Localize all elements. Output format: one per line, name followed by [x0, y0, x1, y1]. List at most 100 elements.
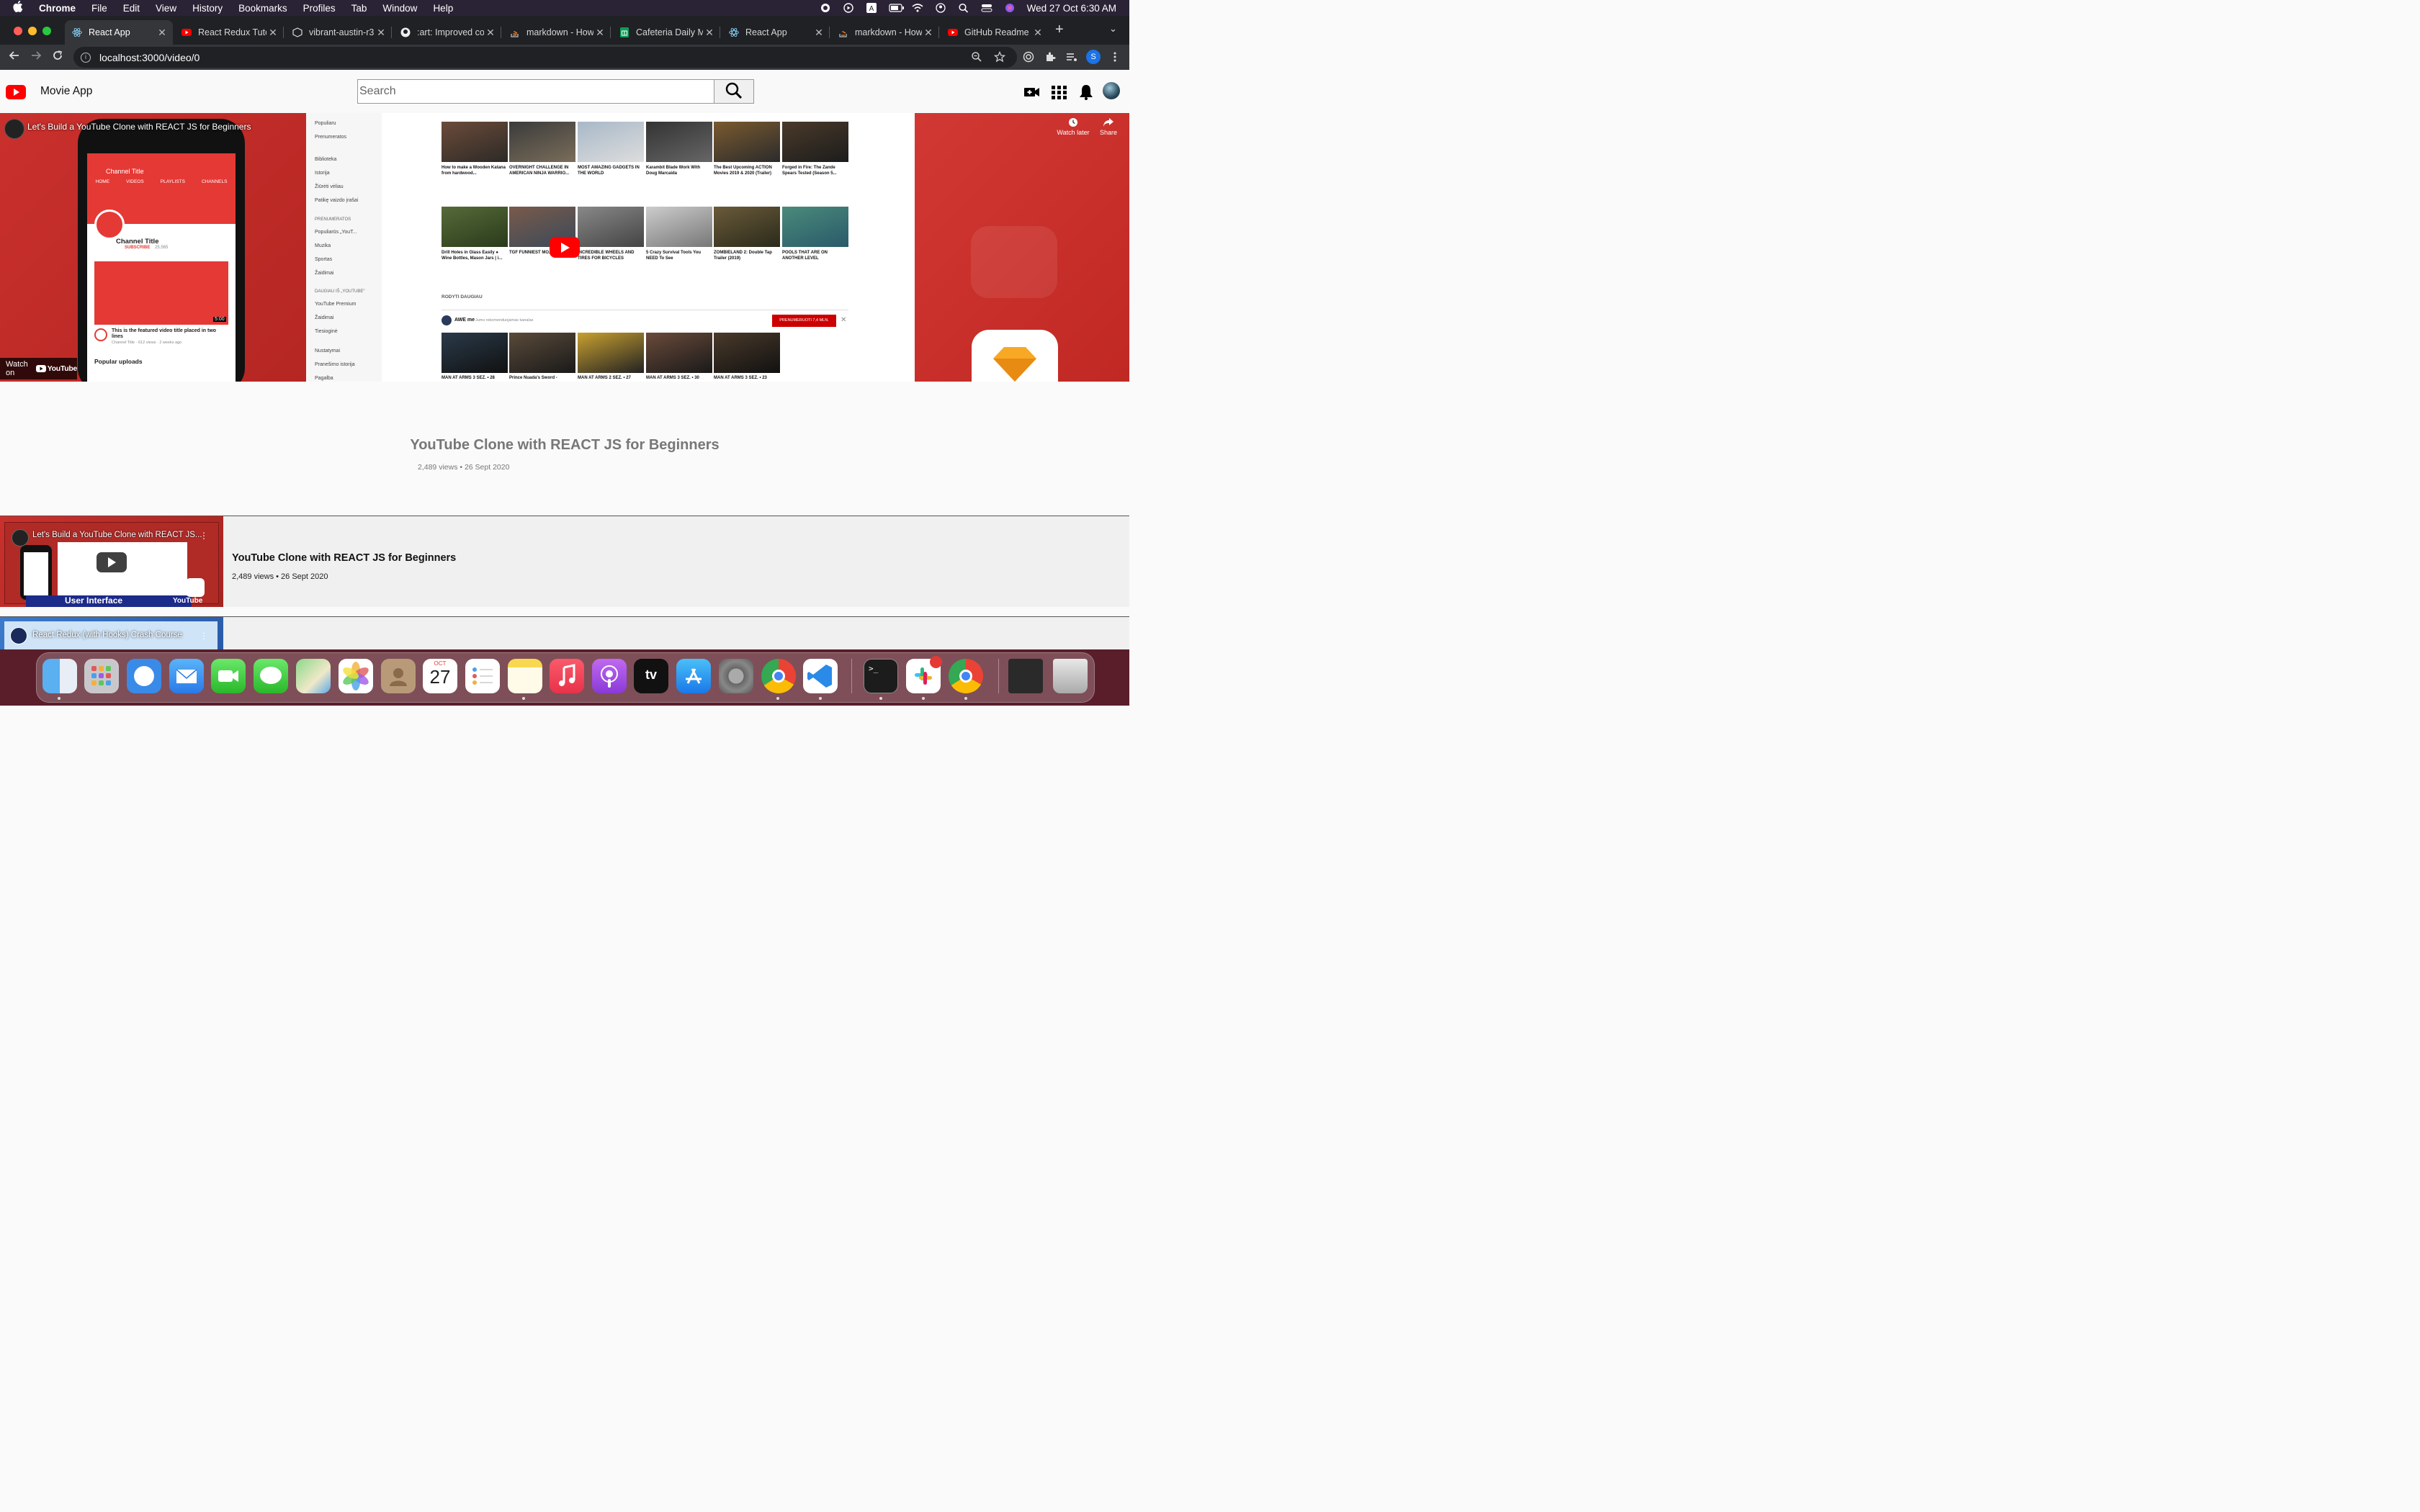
address-bar[interactable]: i localhost:3000/video/0: [73, 47, 1017, 68]
downloads-stack-icon[interactable]: [1008, 659, 1043, 693]
finder-icon[interactable]: [42, 659, 77, 693]
tab-close-icon[interactable]: ✕: [812, 27, 825, 39]
back-arrow-icon[interactable]: [9, 50, 20, 65]
reload-icon[interactable]: [52, 50, 63, 65]
wifi-icon[interactable]: [912, 3, 923, 13]
video-camera-add-icon[interactable]: [1024, 84, 1040, 100]
search-input[interactable]: [357, 79, 714, 104]
window-zoom-button[interactable]: [42, 27, 51, 35]
menu-view[interactable]: View: [156, 3, 176, 14]
mail-icon[interactable]: [169, 659, 204, 693]
app-store-icon[interactable]: [676, 659, 711, 693]
browser-tab-stackoverflow[interactable]: markdown - How ✕: [503, 20, 611, 45]
tab-close-icon[interactable]: ✕: [266, 27, 279, 39]
browser-tab-codesandbox[interactable]: vibrant-austin-r3 ✕: [285, 20, 392, 45]
browser-tab-github[interactable]: :art: Improved co ✕: [393, 20, 501, 45]
calendar-icon[interactable]: OCT 27: [423, 659, 457, 693]
messages-icon[interactable]: [254, 659, 288, 693]
new-tab-button[interactable]: +: [1055, 22, 1064, 38]
maps-icon[interactable]: [296, 659, 331, 693]
music-icon[interactable]: [550, 659, 584, 693]
share-button[interactable]: Share: [1087, 117, 1130, 136]
browser-tab-react-app[interactable]: React App ✕: [65, 20, 173, 45]
photos-icon[interactable]: [339, 659, 373, 693]
notes-icon[interactable]: [508, 659, 542, 693]
tab-close-icon[interactable]: ✕: [484, 27, 497, 39]
menu-file[interactable]: File: [91, 3, 107, 14]
apple-icon[interactable]: [13, 1, 24, 15]
menu-help[interactable]: Help: [433, 3, 453, 14]
video-list-thumbnail[interactable]: React Redux (with Hooks) Crash Course ⋮: [0, 617, 223, 653]
site-info-icon[interactable]: i: [81, 52, 91, 63]
menu-window[interactable]: Window: [382, 3, 417, 14]
user-account-icon[interactable]: [935, 3, 946, 13]
tab-close-icon[interactable]: ✕: [156, 27, 169, 39]
play-circle-icon[interactable]: [843, 3, 854, 13]
browser-tab-react-app-2[interactable]: React App ✕: [722, 20, 830, 45]
forward-arrow-icon[interactable]: [30, 50, 42, 65]
media-queue-icon[interactable]: [1066, 51, 1077, 63]
tab-close-icon[interactable]: ✕: [375, 27, 387, 39]
spotlight-search-icon[interactable]: [958, 3, 969, 13]
control-center-icon[interactable]: [981, 3, 992, 13]
tab-close-icon[interactable]: ✕: [1031, 27, 1044, 39]
bookmark-star-icon[interactable]: [993, 50, 1006, 65]
tab-close-icon[interactable]: ✕: [703, 27, 716, 39]
terminal-icon[interactable]: >_: [864, 659, 898, 693]
thumbnail: [646, 333, 712, 373]
video-list-item[interactable]: User Interface Let's Build a YouTube Clo…: [0, 516, 1129, 607]
launchpad-icon[interactable]: [84, 659, 119, 693]
apps-grid-icon[interactable]: [1052, 84, 1067, 100]
visual-studio-code-icon[interactable]: [803, 659, 838, 693]
menu-tab[interactable]: Tab: [351, 3, 367, 14]
facetime-icon[interactable]: [211, 659, 246, 693]
trash-icon[interactable]: [1053, 659, 1088, 693]
search-button[interactable]: [714, 79, 754, 104]
google-chrome-icon[interactable]: [761, 659, 796, 693]
battery-icon[interactable]: [889, 3, 904, 13]
tab-close-icon[interactable]: ✕: [593, 27, 606, 39]
menu-app-name[interactable]: Chrome: [39, 3, 76, 14]
youtube-logo-icon[interactable]: [6, 85, 26, 99]
extension-target-icon[interactable]: [1023, 51, 1034, 63]
text-input-icon[interactable]: A: [866, 3, 877, 13]
tab-search-chevron-icon[interactable]: ⌄: [1109, 23, 1117, 35]
safari-icon[interactable]: [127, 659, 161, 693]
play-button[interactable]: [550, 237, 580, 258]
window-close-button[interactable]: [14, 27, 22, 35]
browser-tab-stackoverflow-2[interactable]: markdown - How ✕: [831, 20, 939, 45]
menu-bar-clock[interactable]: Wed 27 Oct 6:30 AM: [1027, 3, 1116, 14]
google-chrome-icon[interactable]: [949, 659, 983, 693]
more-menu-icon[interactable]: [1109, 51, 1121, 63]
apple-tv-icon[interactable]: tv: [634, 659, 668, 693]
player-channel-avatar[interactable]: [4, 119, 24, 139]
system-preferences-icon[interactable]: [719, 659, 753, 693]
menu-profiles[interactable]: Profiles: [303, 3, 336, 14]
reminders-icon[interactable]: [465, 659, 500, 693]
video-list-thumbnail[interactable]: User Interface Let's Build a YouTube Clo…: [0, 516, 223, 607]
notification-bell-icon[interactable]: [1078, 84, 1094, 100]
slack-icon[interactable]: [906, 656, 942, 693]
extensions-puzzle-icon[interactable]: [1044, 51, 1056, 63]
menu-history[interactable]: History: [192, 3, 223, 14]
browser-tab-github-readme[interactable]: GitHub Readme I ✕: [941, 20, 1049, 45]
siri-icon[interactable]: [1004, 3, 1016, 13]
menu-edit[interactable]: Edit: [123, 3, 140, 14]
user-avatar[interactable]: [1103, 82, 1120, 99]
brain-icon[interactable]: [820, 3, 831, 13]
video-list-title[interactable]: YouTube Clone with REACT JS for Beginner…: [232, 552, 456, 564]
podcasts-icon[interactable]: [592, 659, 627, 693]
menu-bookmarks[interactable]: Bookmarks: [238, 3, 287, 14]
app-title[interactable]: Movie App: [40, 85, 92, 98]
contacts-icon[interactable]: [381, 659, 416, 693]
zoom-icon[interactable]: [971, 51, 982, 65]
window-minimize-button[interactable]: [28, 27, 37, 35]
profile-avatar[interactable]: S: [1086, 50, 1101, 64]
address-bar-url[interactable]: localhost:3000/video/0: [99, 52, 200, 63]
video-list-item[interactable]: React Redux (with Hooks) Crash Course ⋮: [0, 616, 1129, 653]
browser-tab-react-redux[interactable]: React Redux Tuto ✕: [174, 20, 284, 45]
browser-tab-sheets[interactable]: Cafeteria Daily M ✕: [612, 20, 720, 45]
player-video-title[interactable]: Let's Build a YouTube Clone with REACT J…: [27, 122, 251, 132]
tab-close-icon[interactable]: ✕: [922, 27, 935, 39]
watch-on-youtube-button[interactable]: Watch on YouTube: [0, 358, 77, 379]
